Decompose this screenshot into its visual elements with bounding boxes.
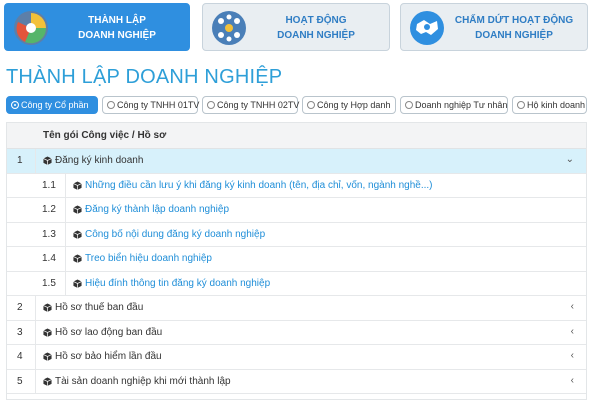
nav-label: HOẠT ĐỘNG DOANH NGHIỆP	[277, 15, 355, 41]
package-box-icon	[73, 205, 82, 214]
package-box-icon	[73, 229, 82, 239]
sub-table-row[interactable]: 1.1 Những điều cần lưu ý khi đăng ký kinh…	[7, 173, 586, 198]
chevron-down-icon[interactable]: ⌄	[566, 154, 574, 165]
nav-label: THÀNH LẬP DOANH NGHIỆP	[78, 15, 156, 41]
row-number: 5	[17, 375, 23, 387]
cell-divider	[65, 198, 66, 222]
row-title: Tài sản doanh nghiệp khi mới thành lập	[55, 375, 231, 387]
tab-cong-ty-co-phan[interactable]: Công ty Cổ phần	[6, 96, 98, 114]
sub-item-link[interactable]: Đăng ký thành lập doanh nghiệp	[85, 204, 229, 215]
sub-table-row[interactable]: 1.5 Hiệu đính thông tin đăng ký doanh ngh…	[7, 271, 586, 296]
row-title: Đăng ký kinh doanh	[55, 155, 144, 166]
row-number: 3	[17, 326, 23, 338]
row-title: Hồ sơ bảo hiểm lần đầu	[55, 351, 162, 362]
row-number: 2	[17, 302, 23, 313]
package-box-icon	[73, 180, 82, 190]
tab-hop-danh[interactable]: Công ty Hợp danh	[302, 96, 396, 114]
table-row[interactable]: 3 Hồ sơ lao động ban đầu ‹	[7, 320, 586, 345]
cell-divider	[35, 320, 36, 344]
sub-item-link[interactable]: Những điều cần lưu ý khi đăng ký kinh do…	[85, 180, 433, 191]
package-box-icon	[73, 278, 82, 288]
row-number: 4	[17, 351, 23, 362]
radio-icon	[107, 101, 115, 109]
sub-table-row[interactable]: 1.4 Treo biển hiệu doanh nghiệp	[7, 247, 586, 272]
chevron-left-icon[interactable]: ‹	[571, 326, 574, 337]
radio-icon	[405, 101, 413, 109]
package-box-icon	[43, 352, 52, 361]
row-title: Hồ sơ lao động ban đầu	[55, 326, 163, 338]
team-network-icon	[212, 11, 246, 45]
package-box-icon	[73, 254, 82, 263]
pie-chart-icon	[14, 11, 48, 45]
sub-item-link[interactable]: Công bố nội dung đăng ký doanh nghiệp	[85, 229, 265, 240]
cell-divider	[35, 369, 36, 393]
cell-divider	[65, 247, 66, 271]
table-header: Tên gói Công việc / Hồ sơ	[7, 123, 586, 149]
cell-divider	[35, 149, 36, 173]
column-header: Tên gói Công việc / Hồ sơ	[43, 130, 167, 141]
package-box-icon	[43, 156, 52, 165]
sub-table-row[interactable]: 1.2 Đăng ký thành lập doanh nghiệp	[7, 198, 586, 223]
row-number: 1.4	[42, 253, 56, 264]
chevron-left-icon[interactable]: ‹	[571, 350, 574, 361]
nav-label: CHẤM DỨT HOẠT ĐỘNG DOANH NGHIỆP	[454, 15, 574, 41]
package-box-icon	[43, 327, 52, 337]
sub-table-row[interactable]: 1.3 Công bố nội dung đăng ký doanh nghiệp	[7, 222, 586, 247]
cell-divider	[65, 222, 66, 246]
row-number: 1	[17, 155, 23, 166]
nav-hoat-dong-button[interactable]: HOẠT ĐỘNG DOANH NGHIỆP	[202, 3, 390, 51]
table-row[interactable]: 4 Hồ sơ bảo hiểm lần đầu ‹	[7, 345, 586, 370]
tab-tnhh-02tv[interactable]: Công ty TNHH 02TV	[202, 96, 299, 114]
radio-icon	[307, 101, 315, 109]
package-box-icon	[43, 376, 52, 386]
handshake-icon	[410, 11, 444, 45]
work-package-table: Tên gói Công việc / Hồ sơ 1 Đăng ký kinh …	[6, 122, 587, 400]
radio-icon	[517, 101, 525, 109]
row-number: 1.1	[42, 179, 56, 191]
sub-item-link[interactable]: Treo biển hiệu doanh nghiệp	[85, 253, 212, 264]
table-row[interactable]: 2 Hồ sơ thuế ban đầu ‹	[7, 296, 586, 321]
sub-item-link[interactable]: Hiệu đính thông tin đăng ký doanh nghiệp	[85, 278, 270, 289]
page-title: THÀNH LẬP DOANH NGHIỆP	[6, 66, 283, 88]
tab-ho-kinh-doanh[interactable]: Hộ kinh doanh	[512, 96, 587, 114]
row-number: 1.5	[42, 277, 56, 289]
nav-thanh-lap-button[interactable]: THÀNH LẬP DOANH NGHIỆP	[4, 3, 190, 51]
chevron-left-icon[interactable]: ‹	[571, 301, 574, 312]
row-number: 1.2	[42, 204, 56, 215]
top-navigation: THÀNH LẬP DOANH NGHIỆP HOẠT ĐỘNG DOANH NGH…	[0, 0, 600, 56]
tab-tnhh-01tv[interactable]: Công ty TNHH 01TV	[102, 96, 199, 114]
package-box-icon	[43, 303, 52, 312]
radio-icon	[207, 101, 215, 109]
nav-cham-dut-button[interactable]: CHẤM DỨT HOẠT ĐỘNG DOANH NGHIỆP	[400, 3, 588, 51]
radio-icon	[11, 101, 19, 109]
tab-doanh-nghiep-tu-nhan[interactable]: Doanh nghiệp Tư nhân	[400, 96, 508, 114]
row-number: 1.3	[42, 228, 56, 240]
cell-divider	[35, 296, 36, 320]
table-row[interactable]: 5 Tài sản doanh nghiệp khi mới thành lập ‹	[7, 369, 586, 394]
cell-divider	[65, 173, 66, 197]
table-row[interactable]: 1 Đăng ký kinh doanh ⌄	[7, 149, 586, 174]
cell-divider	[65, 271, 66, 295]
cell-divider	[35, 345, 36, 369]
chevron-left-icon[interactable]: ‹	[571, 375, 574, 386]
row-title: Hồ sơ thuế ban đầu	[55, 302, 144, 313]
